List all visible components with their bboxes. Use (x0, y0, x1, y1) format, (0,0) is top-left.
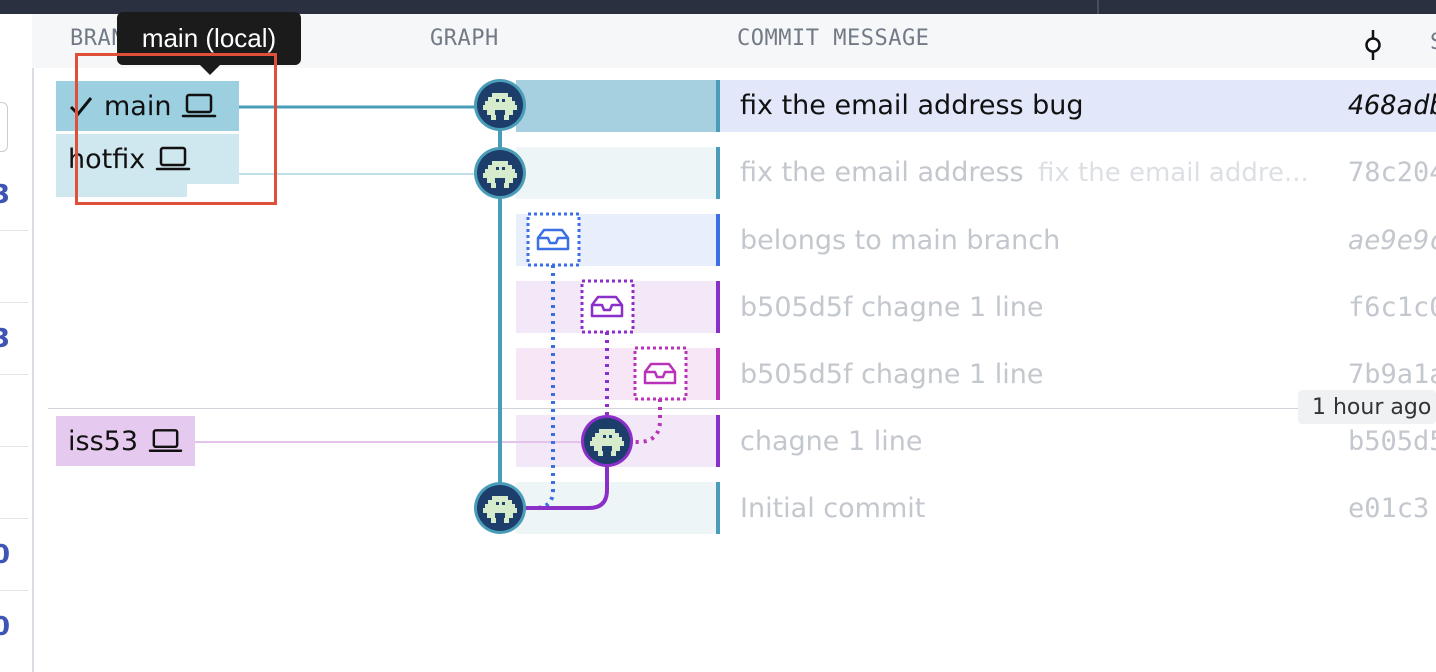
time-badge: 1 hour ago (1298, 390, 1436, 424)
commit-sha[interactable]: 468adb (1348, 90, 1436, 121)
commit-sha[interactable]: ae9e9c (1348, 225, 1436, 256)
commit-avatar[interactable] (581, 415, 633, 467)
commit-sha[interactable]: e01c3 (1348, 493, 1429, 524)
commit-message[interactable]: chagne 1 line (740, 426, 922, 457)
commit-message[interactable]: b505d5f chagne 1 line (740, 359, 1044, 390)
commit-avatar[interactable] (474, 79, 526, 131)
stash-box[interactable] (526, 212, 581, 267)
commit-sha[interactable]: 7b9a1a (1348, 359, 1436, 390)
highlight-outline (75, 53, 277, 205)
commit-message[interactable]: fix the email address bug (740, 90, 1084, 121)
tooltip-text: main (local) (141, 23, 277, 53)
commit-avatar[interactable] (474, 482, 526, 534)
commit-description: fix the email addre... (1038, 158, 1309, 188)
commit-message[interactable]: fix the email address (740, 157, 1024, 188)
commit-message[interactable]: belongs to main branch (740, 225, 1060, 256)
commit-message[interactable]: b505d5f chagne 1 line (740, 292, 1044, 323)
stash-box[interactable] (633, 346, 688, 401)
laptop-icon (148, 429, 183, 452)
commit-sha[interactable]: f6c1c0 (1348, 292, 1436, 323)
commit-avatar[interactable] (474, 147, 526, 199)
commit-message[interactable]: Initial commit (740, 493, 925, 524)
branch-name: iss53 (68, 425, 138, 457)
stash-box[interactable] (580, 279, 635, 334)
commit-sha[interactable]: 78c204 (1348, 157, 1436, 188)
commit-sha[interactable]: b505d5 (1348, 426, 1436, 457)
branch-label-iss53[interactable]: iss53 (56, 416, 195, 466)
